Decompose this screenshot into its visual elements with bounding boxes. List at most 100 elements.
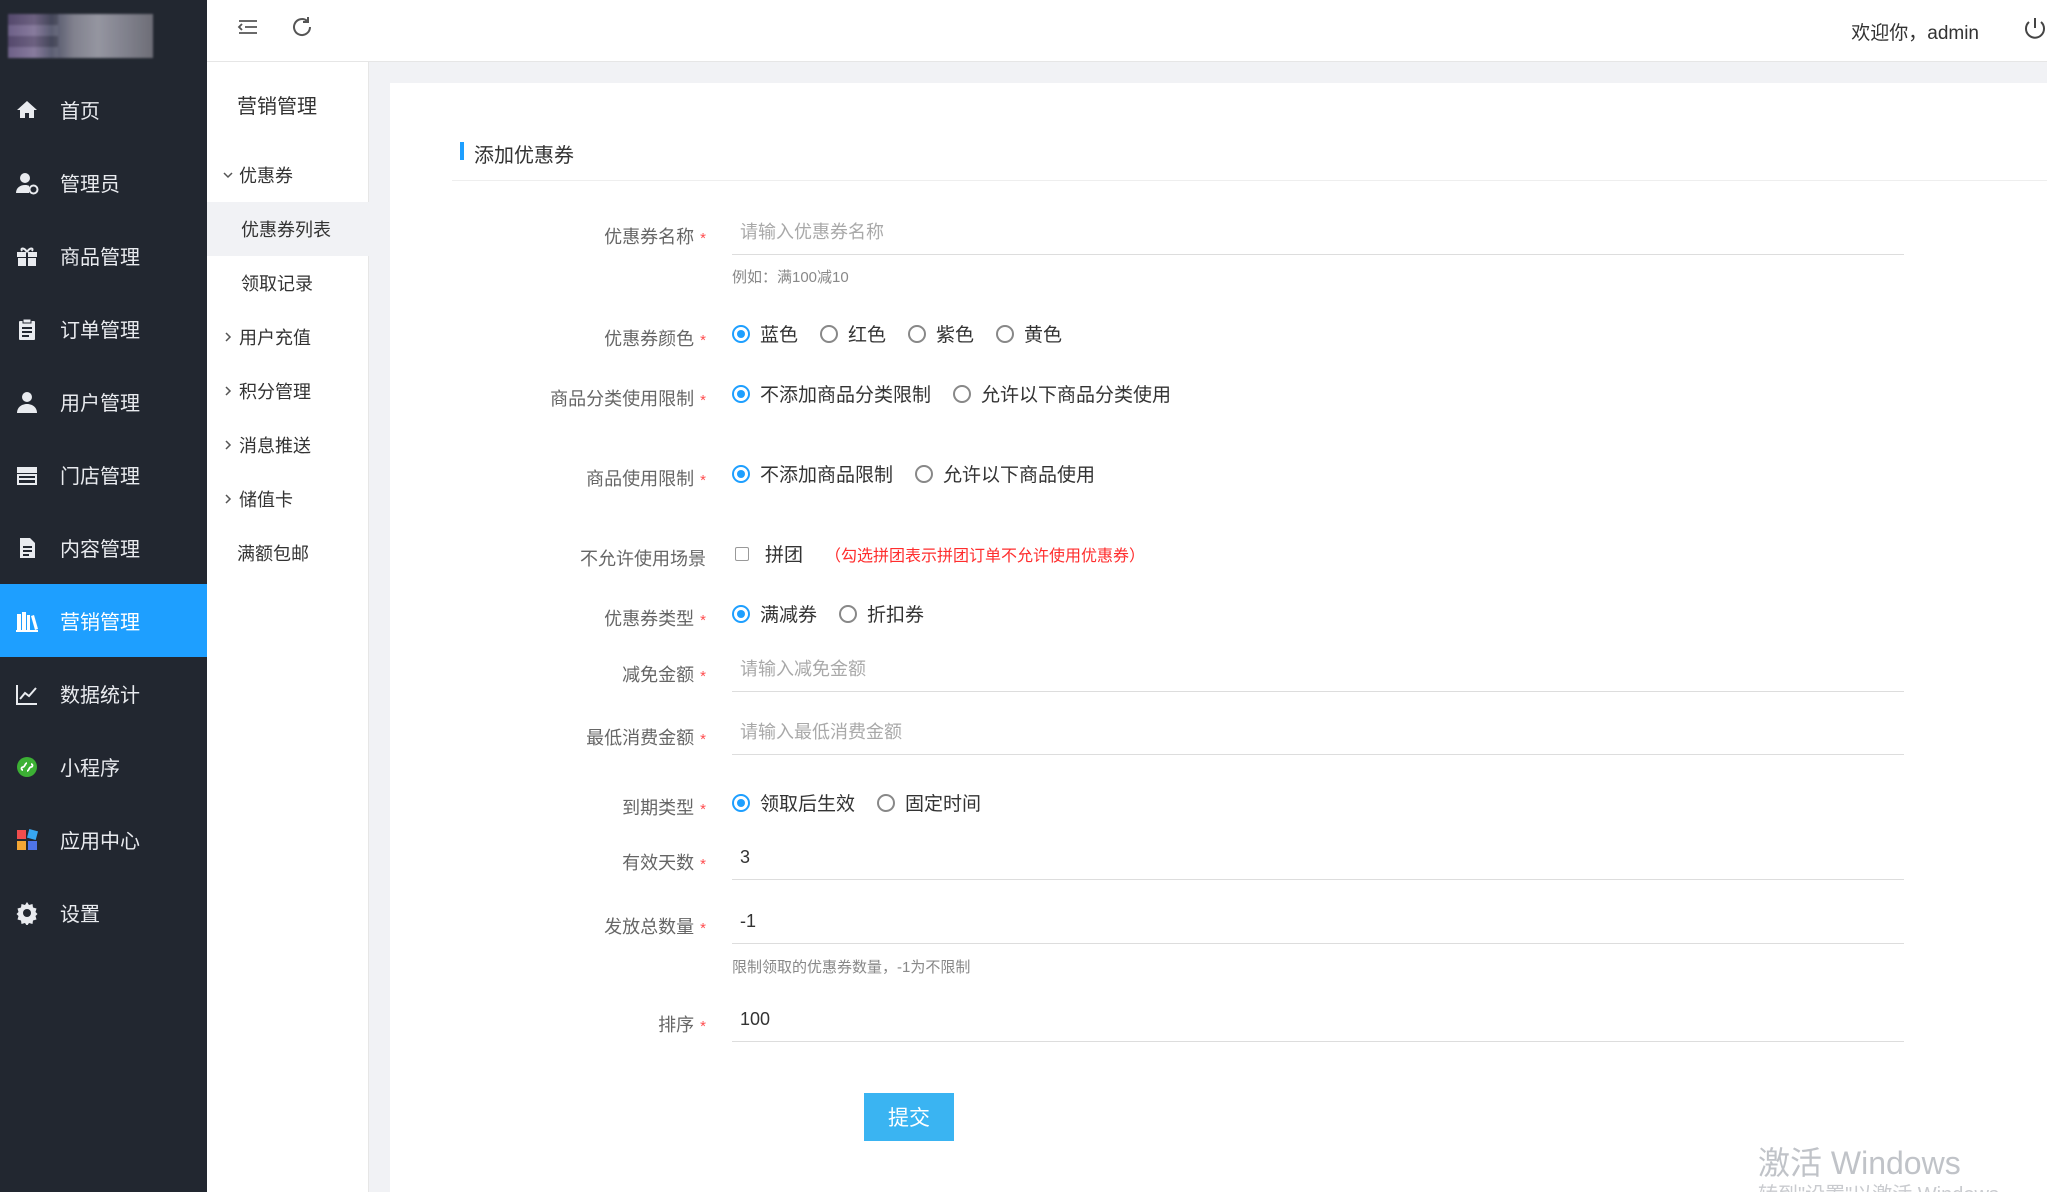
radio-label: 固定时间	[905, 794, 982, 815]
admin-user-icon	[14, 170, 40, 196]
gear-icon	[14, 900, 40, 926]
submenu-item-label: 满额包邮	[237, 544, 309, 564]
checkbox-label: 拼团	[765, 545, 804, 566]
radio-blue[interactable]: 蓝色	[732, 320, 798, 347]
chevron-right-icon	[221, 493, 235, 505]
refresh-button[interactable]	[287, 14, 317, 44]
sidebar-item-content[interactable]: 内容管理	[0, 511, 207, 584]
submenu-item-label: 优惠券列表	[241, 220, 331, 240]
radio-label: 允许以下商品分类使用	[981, 385, 1172, 406]
submenu-item-label: 领取记录	[241, 274, 313, 294]
sidebar-item-label: 应用中心	[60, 831, 140, 853]
logo[interactable]	[0, 0, 207, 62]
sidebar-item-orders[interactable]: 订单管理	[0, 292, 207, 365]
valid-days-input[interactable]	[732, 836, 1904, 880]
scene-note: （勾选拼团表示拼团订单不允许使用优惠券）	[825, 547, 1146, 565]
sidebar-item-apps[interactable]: 应用中心	[0, 803, 207, 876]
field-label: 优惠券类型 *	[604, 609, 706, 629]
radio-after-claim[interactable]: 领取后生效	[732, 789, 855, 816]
user-icon	[14, 389, 40, 415]
home-icon	[14, 97, 40, 123]
sidebar-item-label: 用户管理	[60, 393, 140, 415]
radio-unchecked-icon	[996, 324, 1015, 343]
sidebar-item-marketing[interactable]: 营销管理	[0, 584, 207, 657]
radio-allow-categories[interactable]: 允许以下商品分类使用	[953, 380, 1171, 407]
submit-button[interactable]: 提交	[864, 1093, 954, 1141]
radio-full-reduction[interactable]: 满减券	[732, 600, 817, 627]
scene-checkbox-group: 拼团 （勾选拼团表示拼团订单不允许使用优惠券）	[735, 540, 1145, 567]
sidebar-item-goods[interactable]: 商品管理	[0, 219, 207, 292]
submenu-item-label: 用户充值	[239, 328, 311, 348]
sidebar-item-label: 设置	[60, 904, 100, 926]
radio-label: 红色	[848, 325, 887, 346]
radio-red[interactable]: 红色	[820, 320, 886, 347]
radio-no-category-limit[interactable]: 不添加商品分类限制	[732, 380, 931, 407]
type-radio-group: 满减券 折扣券	[732, 600, 946, 627]
radio-checked-icon	[732, 384, 750, 403]
discount-amount-input[interactable]	[732, 648, 1904, 692]
radio-checked-icon	[732, 324, 750, 343]
submenu-item-recharge[interactable]: 用户充值	[207, 310, 369, 364]
field-label: 排序 *	[658, 1015, 706, 1035]
refresh-icon	[290, 15, 314, 44]
sidebar-item-label: 内容管理	[60, 539, 140, 561]
radio-yellow[interactable]: 黄色	[996, 320, 1062, 347]
submenu-item-stored-card[interactable]: 储值卡	[207, 472, 369, 526]
sidebar: 首页 管理员 商品管理 订单管理 用户管理 门店管理 内容管理 营销管理 数据统…	[0, 0, 207, 1192]
radio-checked-icon	[732, 604, 750, 623]
radio-label: 黄色	[1024, 325, 1063, 346]
submenu-list: 优惠券 优惠券列表 领取记录 用户充值 积分管理 消息推送 储值卡 满额包邮	[207, 148, 369, 580]
coupon-name-input[interactable]	[732, 211, 1904, 255]
radio-unchecked-icon	[839, 604, 858, 623]
sidebar-item-settings[interactable]: 设置	[0, 876, 207, 949]
submenu-item-coupon[interactable]: 优惠券	[207, 148, 369, 202]
logout-button[interactable]	[2021, 15, 2047, 43]
sidebar-item-label: 营销管理	[60, 612, 140, 634]
field-label: 优惠券颜色 *	[604, 329, 706, 349]
submenu-item-push[interactable]: 消息推送	[207, 418, 369, 472]
radio-label: 蓝色	[760, 325, 799, 346]
sort-input[interactable]	[732, 998, 1904, 1042]
total-quantity-input[interactable]	[732, 900, 1904, 944]
submenu-item-points[interactable]: 积分管理	[207, 364, 369, 418]
radio-checked-icon	[732, 464, 750, 483]
radio-discount[interactable]: 折扣券	[839, 600, 924, 627]
sidebar-item-admin[interactable]: 管理员	[0, 146, 207, 219]
expire-type-radio-group: 领取后生效 固定时间	[732, 789, 1003, 816]
sidebar-item-label: 商品管理	[60, 247, 140, 269]
goods-limit-radio-group: 不添加商品限制 允许以下商品使用	[732, 460, 1117, 487]
chevron-right-icon	[221, 439, 235, 451]
checkbox-icon	[735, 546, 749, 561]
page-title: 添加优惠券	[460, 139, 574, 168]
radio-unchecked-icon	[877, 793, 896, 812]
sidebar-item-mini-program[interactable]: 小程序	[0, 730, 207, 803]
line-chart-icon	[14, 681, 40, 707]
radio-fixed-time[interactable]: 固定时间	[877, 789, 981, 816]
sidebar-item-stores[interactable]: 门店管理	[0, 438, 207, 511]
sidebar-item-home[interactable]: 首页	[0, 73, 207, 146]
field-hint: 例如：满100减10	[732, 269, 849, 286]
sidebar-item-statistics[interactable]: 数据统计	[0, 657, 207, 730]
radio-label: 不添加商品限制	[760, 465, 894, 486]
collapse-menu-button[interactable]	[233, 14, 263, 44]
radio-allow-goods[interactable]: 允许以下商品使用	[915, 460, 1095, 487]
windows-activation-subtext: 转到"设置"以激活 Windows。	[1758, 1178, 2019, 1192]
field-label: 商品分类使用限制 *	[550, 389, 706, 409]
apps-icon	[14, 827, 40, 853]
welcome-text: 欢迎你，admin	[1851, 23, 1979, 44]
radio-label: 满减券	[760, 605, 818, 626]
submenu-item-claim-records[interactable]: 领取记录	[207, 256, 369, 310]
radio-unchecked-icon	[915, 464, 934, 483]
menu-fold-icon	[236, 15, 260, 44]
sidebar-menu: 首页 管理员 商品管理 订单管理 用户管理 门店管理 内容管理 营销管理 数据统…	[0, 73, 207, 949]
submenu-title: 营销管理	[237, 96, 317, 118]
checkbox-group-buy[interactable]: 拼团	[735, 540, 803, 567]
blurred-logo-image	[8, 14, 153, 58]
submenu-item-coupon-list[interactable]: 优惠券列表	[207, 202, 369, 256]
submenu-item-free-shipping[interactable]: 满额包邮	[207, 526, 369, 580]
min-spend-input[interactable]	[732, 711, 1904, 755]
books-icon	[14, 608, 40, 634]
sidebar-item-users[interactable]: 用户管理	[0, 365, 207, 438]
radio-purple[interactable]: 紫色	[908, 320, 974, 347]
radio-no-goods-limit[interactable]: 不添加商品限制	[732, 460, 893, 487]
